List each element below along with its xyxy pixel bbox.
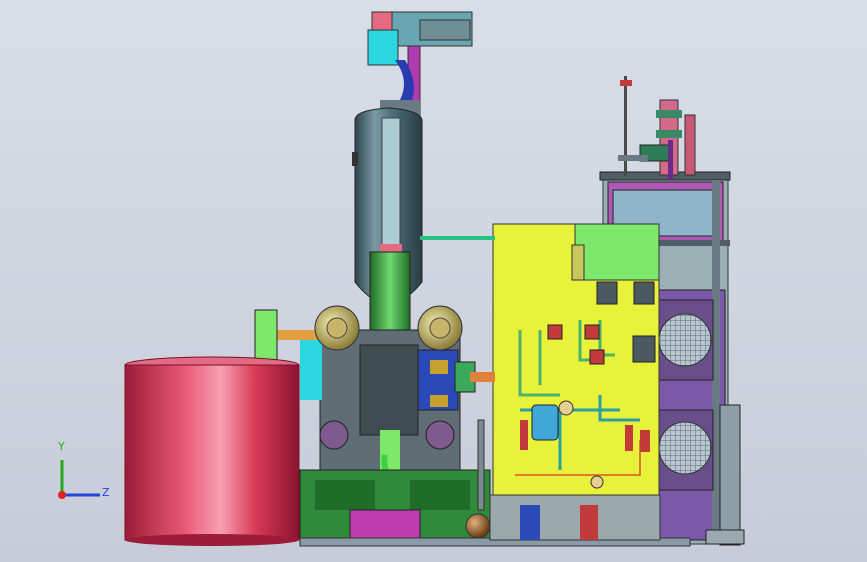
y-axis-label: Y xyxy=(58,440,65,453)
motor-right xyxy=(417,305,463,351)
red-storage-tank xyxy=(124,356,300,546)
vertical-pipe xyxy=(477,419,485,511)
cooling-fan-upper xyxy=(656,299,714,381)
float-ball xyxy=(465,513,491,539)
equipment-assembly-model xyxy=(124,11,745,547)
yellow-control-panel xyxy=(492,223,660,497)
green-column xyxy=(369,251,411,343)
top-valve-cluster xyxy=(618,76,696,180)
cooling-fan-lower xyxy=(656,409,714,491)
cad-viewport[interactable]: Y Z xyxy=(0,0,867,562)
axis-triad xyxy=(58,460,100,499)
motor-left xyxy=(314,305,360,351)
z-axis-label: Z xyxy=(102,486,110,499)
